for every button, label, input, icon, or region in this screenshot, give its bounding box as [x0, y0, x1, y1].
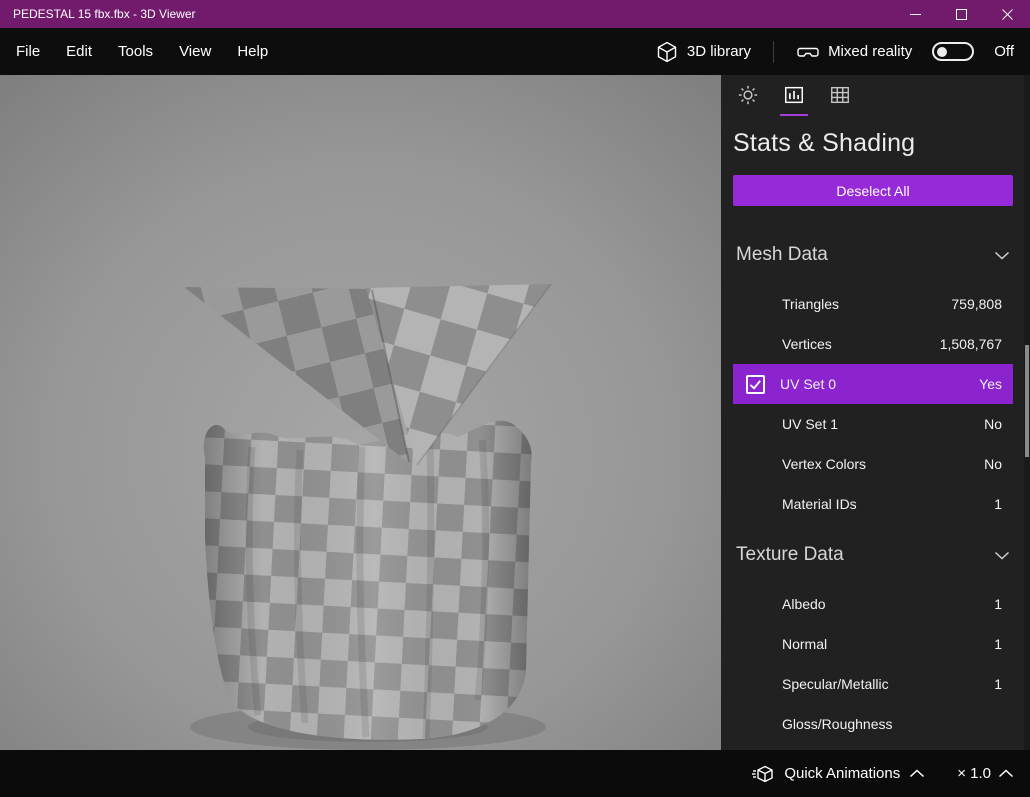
- stat-row-uv-set-1: UV Set 1 No: [733, 404, 1013, 444]
- 3d-viewport[interactable]: [0, 75, 721, 750]
- mixed-reality-state: Off: [994, 43, 1014, 60]
- stat-label: Gloss/Roughness: [782, 716, 893, 732]
- texture-data-rows: Albedo 1 Normal 1 Specular/Metallic 1 Gl…: [733, 584, 1013, 744]
- mesh-data-header[interactable]: Mesh Data: [733, 244, 1013, 266]
- stat-row-gloss-roughness: Gloss/Roughness: [733, 704, 1013, 744]
- toggle-knob: [937, 46, 948, 57]
- scrollbar-thumb[interactable]: [1025, 345, 1029, 457]
- close-icon: [1001, 8, 1013, 20]
- checkbox-checked-icon[interactable]: [746, 374, 765, 394]
- stat-label: UV Set 0: [780, 376, 837, 392]
- menu-help[interactable]: Help: [225, 37, 280, 66]
- checkmark-icon: [749, 379, 761, 390]
- chevron-up-icon: [998, 769, 1014, 778]
- maximize-button[interactable]: [938, 0, 984, 28]
- stat-row-normal: Normal 1: [733, 624, 1013, 664]
- titlebar: PEDESTAL 15 fbx.fbx - 3D Viewer: [0, 0, 1030, 28]
- quick-animations-label: Quick Animations: [784, 765, 901, 782]
- app-window: PEDESTAL 15 fbx.fbx - 3D Viewer File Edi…: [0, 0, 1030, 797]
- mesh-data-title: Mesh Data: [736, 244, 828, 265]
- stat-label: Vertex Colors: [782, 456, 867, 472]
- main-area: Stats & Shading Deselect All Mesh Data T…: [0, 75, 1030, 750]
- stat-value: 759,808: [951, 296, 1002, 312]
- stat-label: Triangles: [782, 296, 840, 312]
- chevron-down-icon: [994, 251, 1010, 260]
- animation-speed-button[interactable]: × 1.0: [957, 765, 1014, 782]
- minimize-button[interactable]: [892, 0, 938, 28]
- stat-label: Normal: [782, 636, 828, 652]
- deselect-all-button[interactable]: Deselect All: [733, 175, 1013, 206]
- 3d-library-label: 3D library: [686, 43, 752, 60]
- mesh-data-rows: Triangles 759,808 Vertices 1,508,767 UV …: [733, 284, 1013, 524]
- tab-lighting[interactable]: [735, 84, 761, 116]
- chevron-up-icon: [910, 769, 925, 778]
- stat-value: 1: [994, 496, 1002, 512]
- chevron-down-icon: [994, 551, 1010, 560]
- stat-value: No: [984, 416, 1002, 432]
- 3d-cube-icon: [657, 41, 677, 62]
- stats-panel-content: Stats & Shading Deselect All Mesh Data T…: [733, 75, 1013, 744]
- stat-row-triangles: Triangles 759,808: [733, 284, 1013, 324]
- menu-view[interactable]: View: [167, 37, 223, 66]
- menu-tools[interactable]: Tools: [106, 37, 165, 66]
- menu-divider: [773, 40, 775, 63]
- menubar: File Edit Tools View Help 3D library Mix…: [0, 28, 1030, 75]
- stat-label: Vertices: [782, 336, 832, 352]
- sun-lighting-icon: [738, 85, 758, 105]
- minimize-icon: [909, 13, 921, 15]
- stat-value: 1: [994, 636, 1002, 652]
- quick-animations-button[interactable]: Quick Animations: [751, 762, 925, 786]
- tab-grid[interactable]: [827, 84, 853, 116]
- stat-value: Yes: [979, 376, 1002, 392]
- animation-speed-label: × 1.0: [957, 765, 991, 782]
- window-title: PEDESTAL 15 fbx.fbx - 3D Viewer: [13, 7, 196, 21]
- wireframe-grid-icon: [831, 86, 849, 104]
- panel-title: Stats & Shading: [733, 129, 916, 157]
- maximize-icon: [955, 8, 967, 20]
- bottom-bar: Quick Animations × 1.0: [0, 750, 1030, 797]
- stat-value: No: [984, 456, 1002, 472]
- stats-chart-icon: [785, 86, 803, 104]
- tab-stats-shading[interactable]: [780, 84, 808, 116]
- panel-tabs: [735, 84, 1013, 116]
- stat-row-uv-set-0[interactable]: UV Set 0 Yes: [733, 364, 1013, 404]
- close-button[interactable]: [984, 0, 1030, 28]
- tab-underline: [734, 114, 762, 116]
- stat-value: 1,508,767: [939, 336, 1002, 352]
- tab-underline: [780, 114, 808, 116]
- menubar-right: 3D library Mixed reality Off: [655, 40, 1014, 64]
- tab-underline: [826, 114, 854, 116]
- mixed-reality-label: Mixed reality: [828, 43, 913, 60]
- stat-value: 1: [994, 596, 1002, 612]
- stat-row-vertices: Vertices 1,508,767: [733, 324, 1013, 364]
- stat-value: 1: [994, 676, 1002, 692]
- 3d-library-button[interactable]: 3D library: [655, 40, 751, 64]
- menu-file[interactable]: File: [4, 37, 52, 66]
- menu-edit[interactable]: Edit: [54, 37, 104, 66]
- texture-data-header[interactable]: Texture Data: [733, 544, 1013, 566]
- headset-icon: [797, 47, 819, 57]
- stat-label: Material IDs: [782, 496, 857, 512]
- mixed-reality-group: Mixed reality Off: [796, 40, 1014, 64]
- stat-label: Albedo: [782, 596, 826, 612]
- window-controls: [892, 0, 1030, 28]
- stat-label: Specular/Metallic: [782, 676, 889, 692]
- stat-row-albedo: Albedo 1: [733, 584, 1013, 624]
- animated-cube-icon: [752, 765, 774, 782]
- mixed-reality-toggle[interactable]: [932, 42, 975, 61]
- texture-data-title: Texture Data: [736, 544, 844, 565]
- 3d-model-render: [0, 75, 721, 750]
- stats-panel: Stats & Shading Deselect All Mesh Data T…: [721, 75, 1030, 750]
- stat-row-vertex-colors: Vertex Colors No: [733, 444, 1013, 484]
- stat-row-material-ids: Material IDs 1: [733, 484, 1013, 524]
- stat-row-specular-metallic: Specular/Metallic 1: [733, 664, 1013, 704]
- stat-label: UV Set 1: [782, 416, 839, 432]
